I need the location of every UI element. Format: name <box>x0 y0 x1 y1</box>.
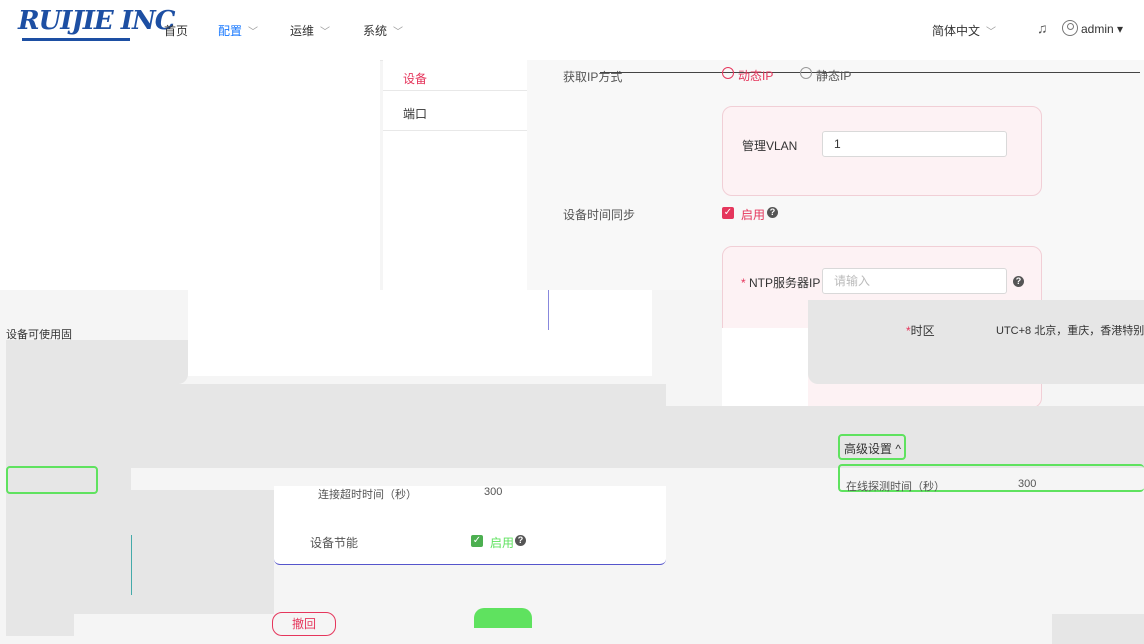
save-button[interactable] <box>474 608 532 628</box>
chevron-down-icon: ﹀ <box>393 27 404 38</box>
top-bar: RUIJIE INC 首页 配置 ﹀ 运维 ﹀ 系统 ﹀ 简体中文 ﹀ ♫ admin … <box>0 0 1144 61</box>
left-gray-block <box>6 340 188 384</box>
white-block-2 <box>722 328 808 406</box>
energy-enable[interactable]: 启用 <box>490 534 514 551</box>
white-block <box>188 290 652 376</box>
nav-maintenance[interactable]: 运维 ﹀ <box>290 22 330 39</box>
help-icon[interactable]: ? <box>767 207 778 218</box>
mgmt-vlan-label: 管理VLAN <box>742 139 798 153</box>
divider <box>548 290 549 330</box>
check-icon[interactable]: ✓ <box>722 207 734 219</box>
gray-block-5 <box>131 490 274 614</box>
online-time-value[interactable]: 300 <box>1018 478 1036 490</box>
nav-home[interactable]: 首页 <box>164 22 188 39</box>
gray-block-3 <box>808 300 1144 384</box>
gray-block-6 <box>6 614 74 636</box>
sidebar-fragment: 设备可使用固 <box>6 329 72 341</box>
submenu-item-port[interactable]: 端口 <box>403 105 427 122</box>
dead-time-label: 连接超时时间（秒） <box>318 489 417 501</box>
check-icon[interactable]: ✓ <box>471 535 483 547</box>
headset-icon[interactable]: ♫ <box>1037 20 1048 36</box>
ntp-input[interactable]: 请输入 <box>822 268 1007 294</box>
radio-static-label[interactable]: 静态IP <box>816 67 851 84</box>
radio-dynamic-label[interactable]: 动态IP <box>738 67 773 84</box>
chevron-down-icon: ﹀ <box>320 27 331 38</box>
nav-config[interactable]: 配置 ﹀ <box>218 22 258 39</box>
cancel-button[interactable]: 撤回 <box>272 612 336 636</box>
logo-underline <box>22 38 130 41</box>
online-time-label: 在线探测时间（秒） <box>846 481 945 493</box>
time-sync-enable[interactable]: 启用 <box>741 206 765 223</box>
separator <box>600 72 1140 73</box>
logo: RUIJIE INC <box>18 6 175 36</box>
language-select[interactable]: 简体中文 ﹀ <box>932 22 996 39</box>
ntp-label: * NTP服务器IP <box>741 276 821 290</box>
advanced-toggle[interactable]: 高级设置 ^ <box>844 440 901 457</box>
nav-system[interactable]: 系统 ﹀ <box>363 22 403 39</box>
ip-mode-label: 获取IP方式 <box>563 70 623 84</box>
user-icon[interactable] <box>1062 20 1078 36</box>
help-icon[interactable]: ? <box>515 535 526 546</box>
timezone-select[interactable]: UTC+8 北京，重庆，香港特别行政区 <box>996 322 1144 338</box>
time-sync-label: 设备时间同步 <box>563 208 636 222</box>
help-icon[interactable]: ? <box>1013 276 1024 287</box>
energy-label: 设备节能 <box>310 536 359 550</box>
chevron-down-icon: ﹀ <box>986 27 997 38</box>
submenu: 设备 端口 <box>383 60 528 290</box>
user-menu[interactable]: admin ▾ <box>1081 22 1123 36</box>
left-highlight <box>6 466 98 494</box>
submenu-item-device[interactable]: 设备 <box>403 70 427 87</box>
dead-time-value[interactable]: 300 <box>484 486 502 498</box>
chevron-down-icon: ﹀ <box>248 27 259 38</box>
gray-block-7 <box>1052 614 1144 644</box>
radio-dynamic[interactable] <box>722 67 734 79</box>
gray-block <box>6 384 666 468</box>
divider <box>131 535 132 595</box>
radio-static[interactable] <box>800 67 812 79</box>
left-panel <box>0 60 380 290</box>
mgmt-vlan-input[interactable]: 1 <box>822 131 1007 157</box>
timezone-label: *时区 <box>906 324 935 338</box>
